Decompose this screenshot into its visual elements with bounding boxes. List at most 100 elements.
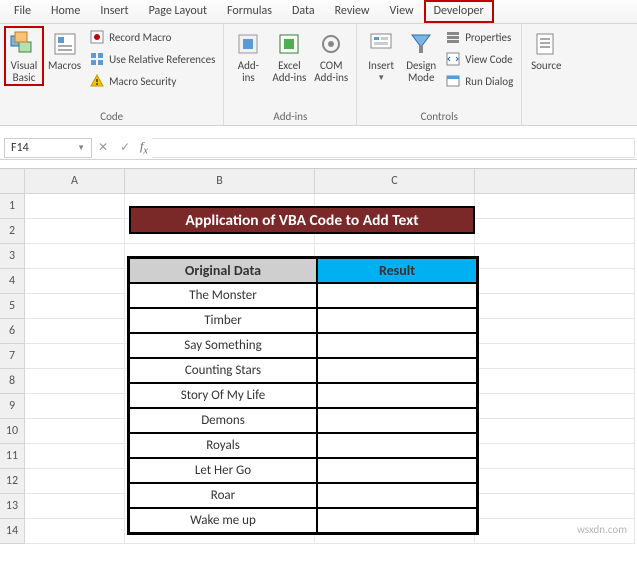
table-cell[interactable]: Demons bbox=[129, 408, 317, 433]
name-box-value: F14 bbox=[11, 141, 29, 155]
row-header[interactable]: 6 bbox=[0, 319, 25, 344]
insert-control-label: Insert bbox=[368, 60, 394, 72]
addins-label: Add- ins bbox=[238, 60, 259, 84]
tab-view[interactable]: View bbox=[380, 0, 424, 23]
table-cell[interactable]: Wake me up bbox=[129, 508, 317, 533]
view-code-icon bbox=[445, 51, 461, 67]
properties-button[interactable]: Properties bbox=[441, 26, 517, 48]
design-mode-button[interactable]: Design Mode bbox=[401, 26, 441, 84]
tab-formulas[interactable]: Formulas bbox=[217, 0, 282, 23]
record-macro-button[interactable]: Record Macro bbox=[85, 26, 219, 48]
group-controls-label: Controls bbox=[361, 109, 517, 125]
tab-home[interactable]: Home bbox=[41, 0, 90, 23]
table-cell[interactable] bbox=[317, 508, 477, 533]
row-header[interactable]: 5 bbox=[0, 294, 25, 319]
col-header-D[interactable] bbox=[475, 169, 635, 194]
tab-data[interactable]: Data bbox=[282, 0, 325, 23]
formula-bar-row: F14 ▼ ✕ ✓ fx bbox=[0, 136, 637, 160]
name-box[interactable]: F14 ▼ bbox=[4, 138, 92, 158]
row-header[interactable]: 10 bbox=[0, 419, 25, 444]
row-header[interactable]: 4 bbox=[0, 269, 25, 294]
visual-basic-label: Visual Basic bbox=[11, 60, 38, 84]
design-mode-label: Design Mode bbox=[406, 60, 436, 84]
table-cell[interactable] bbox=[317, 408, 477, 433]
relative-refs-label: Use Relative References bbox=[109, 53, 215, 66]
formula-bar[interactable] bbox=[152, 138, 635, 158]
tab-file[interactable]: File bbox=[4, 0, 41, 23]
tab-pagelayout[interactable]: Page Layout bbox=[139, 0, 217, 23]
excel-addins-label: Excel Add-ins bbox=[272, 60, 306, 84]
select-all-corner[interactable] bbox=[0, 169, 25, 194]
tab-developer[interactable]: Developer bbox=[424, 0, 494, 23]
chevron-down-icon: ▼ bbox=[377, 72, 385, 84]
row-header[interactable]: 14 bbox=[0, 519, 25, 544]
tab-review[interactable]: Review bbox=[325, 0, 380, 23]
table-cell[interactable]: Timber bbox=[129, 308, 317, 333]
watermark: wsxdn.com bbox=[577, 523, 627, 536]
row-header[interactable]: 11 bbox=[0, 444, 25, 469]
run-dialog-icon bbox=[445, 73, 461, 89]
table-cell[interactable]: Royals bbox=[129, 433, 317, 458]
table-cell[interactable] bbox=[317, 333, 477, 358]
source-button[interactable]: Source bbox=[526, 26, 566, 72]
row-header[interactable]: 1 bbox=[0, 194, 25, 219]
insert-control-icon bbox=[365, 28, 397, 60]
table-cell[interactable] bbox=[317, 308, 477, 333]
table-cell[interactable] bbox=[317, 283, 477, 308]
enter-formula-icon[interactable]: ✓ bbox=[114, 140, 136, 155]
table-cell[interactable]: The Monster bbox=[129, 283, 317, 308]
properties-icon bbox=[445, 29, 461, 45]
addins-icon bbox=[232, 28, 264, 60]
com-addins-button[interactable]: COM Add-ins bbox=[310, 26, 352, 84]
row-header[interactable]: 3 bbox=[0, 244, 25, 269]
table-cell[interactable] bbox=[317, 358, 477, 383]
table-cell[interactable]: Story Of My Life bbox=[129, 383, 317, 408]
row-header[interactable]: 2 bbox=[0, 219, 25, 244]
visual-basic-button[interactable]: Visual Basic bbox=[4, 26, 44, 86]
macros-icon bbox=[49, 28, 81, 60]
table-cell[interactable] bbox=[317, 483, 477, 508]
sheet-area: A B C 1 2 3 4 5 6 7 8 9 10 11 12 13 14 A… bbox=[0, 168, 637, 544]
source-label: Source bbox=[531, 60, 561, 72]
col-header-B[interactable]: B bbox=[125, 169, 315, 194]
table-cell[interactable]: Roar bbox=[129, 483, 317, 508]
macros-label: Macros bbox=[48, 60, 81, 72]
design-mode-icon bbox=[405, 28, 437, 60]
table-header-original: Original Data bbox=[129, 258, 317, 283]
col-header-C[interactable]: C bbox=[315, 169, 475, 194]
table-cell[interactable] bbox=[317, 458, 477, 483]
macro-security-button[interactable]: Macro Security bbox=[85, 70, 219, 92]
cancel-formula-icon[interactable]: ✕ bbox=[92, 140, 114, 155]
macros-button[interactable]: Macros bbox=[44, 26, 85, 72]
table-cell[interactable]: Say Something bbox=[129, 333, 317, 358]
tab-insert[interactable]: Insert bbox=[90, 0, 138, 23]
excel-addins-button[interactable]: Excel Add-ins bbox=[268, 26, 310, 84]
table-cell[interactable]: Let Her Go bbox=[129, 458, 317, 483]
view-code-button[interactable]: View Code bbox=[441, 48, 517, 70]
run-dialog-button[interactable]: Run Dialog bbox=[441, 70, 517, 92]
fx-icon[interactable]: fx bbox=[136, 139, 152, 156]
group-addins-label: Add-ins bbox=[228, 109, 352, 125]
insert-control-button[interactable]: Insert ▼ bbox=[361, 26, 401, 84]
view-code-label: View Code bbox=[465, 53, 512, 66]
table-cell[interactable]: Counting Stars bbox=[129, 358, 317, 383]
macro-security-icon bbox=[89, 73, 105, 89]
row-header[interactable]: 12 bbox=[0, 469, 25, 494]
row-header[interactable]: 9 bbox=[0, 394, 25, 419]
addins-button[interactable]: Add- ins bbox=[228, 26, 268, 84]
row-header[interactable]: 13 bbox=[0, 494, 25, 519]
com-addins-label: COM Add-ins bbox=[314, 60, 348, 84]
group-code: Visual Basic Macros Record Macro bbox=[0, 24, 224, 125]
row-header[interactable]: 7 bbox=[0, 344, 25, 369]
group-code-label: Code bbox=[4, 109, 219, 125]
row-header[interactable]: 8 bbox=[0, 369, 25, 394]
excel-addins-icon bbox=[273, 28, 305, 60]
relative-refs-button[interactable]: Use Relative References bbox=[85, 48, 219, 70]
group-xml: Source bbox=[522, 24, 570, 125]
group-addins: Add- ins Excel Add-ins COM Add-ins Add-i… bbox=[224, 24, 357, 125]
col-header-A[interactable]: A bbox=[25, 169, 125, 194]
table-cell[interactable] bbox=[317, 433, 477, 458]
run-dialog-label: Run Dialog bbox=[465, 75, 513, 88]
ribbon: Visual Basic Macros Record Macro bbox=[0, 24, 637, 126]
table-cell[interactable] bbox=[317, 383, 477, 408]
